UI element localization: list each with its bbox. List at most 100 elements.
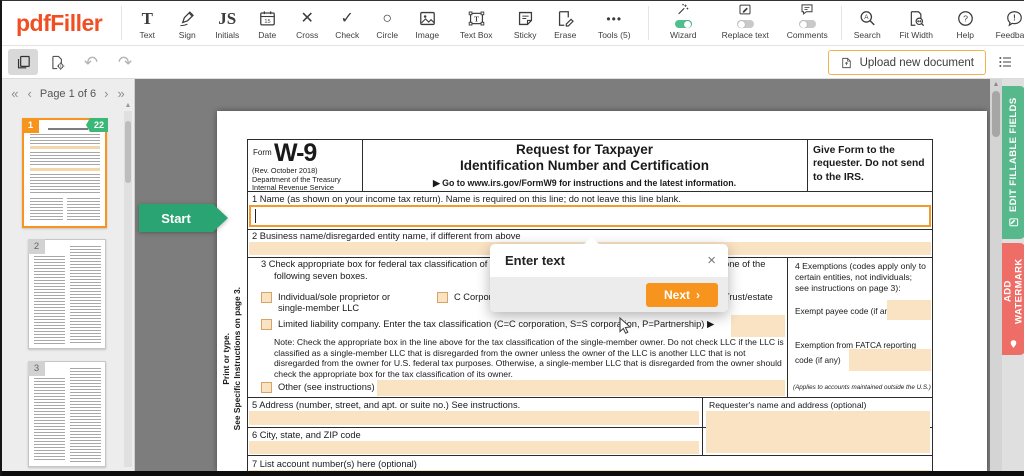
thumb-art — [30, 168, 100, 171]
other-label: Other (see instructions) ▶ — [278, 382, 384, 393]
svg-text:?: ? — [963, 14, 968, 24]
exempt-payee-field[interactable] — [887, 300, 931, 320]
address-field[interactable] — [249, 411, 699, 425]
panel-settings-button[interactable] — [994, 51, 1016, 73]
redo-button[interactable]: ↷ — [110, 49, 140, 75]
feedback-icon: ! — [1005, 8, 1024, 28]
tool-label: Sticky — [514, 30, 537, 40]
tool-label: Image — [415, 30, 439, 40]
feedback-button[interactable]: ! Feedback — [985, 2, 1024, 44]
top-toolbar: pdfFiller T Text Sign JS Initials 15 Dat… — [2, 1, 1024, 46]
thumb-art — [34, 378, 65, 462]
wizard-toggle-button[interactable]: Wizard — [654, 2, 712, 44]
form-number: W-9 — [274, 139, 316, 168]
search-button[interactable]: A Search — [847, 2, 887, 44]
requester-field[interactable] — [706, 411, 930, 453]
fit-width-icon — [907, 8, 926, 28]
last-page-button[interactable]: » — [116, 87, 125, 101]
other-checkbox[interactable] — [261, 382, 272, 393]
exemptions-title: 4 Exemptions (codes apply only to certai… — [795, 261, 927, 295]
document-scrollbar-thumb[interactable] — [992, 91, 1000, 137]
cross-tool-button[interactable]: ✕ Cross — [287, 2, 327, 44]
sidebar-scroll-up-button[interactable]: ▲ — [124, 101, 132, 110]
thumbnail-page-number: 1 — [22, 118, 39, 133]
tool-label: Feedback — [996, 30, 1024, 40]
tooltip-close-button[interactable]: × — [707, 253, 716, 268]
undo-button[interactable]: ↶ — [76, 49, 106, 75]
llc-classification-field[interactable] — [731, 315, 785, 337]
replace-text-toggle-button[interactable]: Replace text — [712, 2, 778, 44]
edit-fillable-fields-tab[interactable]: EDIT FILLABLE FIELDS — [1002, 86, 1024, 239]
c-corporation-checkbox[interactable] — [437, 292, 448, 303]
form-goto-line: ▶ Go to www.irs.gov/FormW9 for instructi… — [362, 178, 807, 189]
line7-label: 7 List account number(s) here (optional) — [252, 459, 417, 469]
sign-tool-button[interactable]: Sign — [167, 2, 207, 44]
replace-text-toggle-switch[interactable] — [737, 20, 754, 28]
tool-label: Search — [854, 30, 881, 40]
image-icon — [418, 8, 437, 28]
sticky-tool-button[interactable]: Sticky — [505, 2, 545, 44]
comments-toggle-switch[interactable] — [799, 20, 816, 28]
page-indicator: Page 1 of 6 — [40, 88, 96, 100]
document-scroll-up-button[interactable]: ▲ — [990, 80, 1002, 89]
tool-label: Date — [258, 30, 276, 40]
svg-text:15: 15 — [264, 19, 270, 25]
date-tool-button[interactable]: 15 Date — [247, 2, 287, 44]
wizard-toggle-switch[interactable] — [675, 20, 692, 28]
individual-checkbox[interactable] — [261, 292, 272, 303]
form-revision: (Rev. October 2018) — [252, 166, 318, 175]
tooltip-next-button[interactable]: Next › — [646, 283, 718, 307]
page-thumbnails-button[interactable] — [8, 49, 38, 75]
help-button[interactable]: ? Help — [945, 2, 985, 44]
fillable-fields-count-badge: 22 — [86, 118, 108, 132]
document-scrollbar-track[interactable] — [990, 79, 1002, 471]
fatca-code-field[interactable] — [849, 349, 931, 371]
help-icon: ? — [956, 8, 975, 28]
next-arrow-icon: › — [696, 288, 700, 302]
image-tool-button[interactable]: Image — [407, 2, 447, 44]
erase-tool-button[interactable]: Erase — [545, 2, 585, 44]
upload-doc-icon — [840, 56, 853, 70]
comments-toggle-button[interactable]: Comments — [778, 2, 836, 44]
thumb-art — [30, 146, 100, 149]
check-tool-button[interactable]: ✓ Check — [327, 2, 367, 44]
thumb-art — [70, 246, 101, 344]
line2-label: 2 Business name/disregarded entity name,… — [252, 231, 521, 241]
upload-new-document-button[interactable]: Upload new document — [828, 50, 986, 75]
replace-text-icon — [737, 2, 753, 17]
give-form-note: Give Form to the requester. Do not send … — [813, 144, 929, 184]
thumbnail-page-1[interactable]: 1 22 — [22, 118, 107, 228]
add-watermark-tab[interactable]: ADD WATERMARK — [1002, 243, 1024, 355]
thumbnail-page-2[interactable]: 2 — [28, 239, 106, 349]
toolbar-divider — [648, 6, 649, 40]
text-tool-button[interactable]: T Text — [127, 2, 167, 44]
svg-text:!: ! — [1013, 14, 1016, 23]
next-page-button[interactable]: › — [103, 87, 109, 101]
sticky-icon — [516, 8, 535, 28]
start-guide-flag[interactable]: Start — [139, 204, 213, 232]
fit-width-button[interactable]: Fit Width — [887, 2, 945, 44]
window-bottom-edge — [2, 471, 1024, 476]
page-settings-button[interactable] — [42, 49, 72, 75]
thumb-art — [30, 134, 100, 144]
initials-tool-button[interactable]: JS Initials — [207, 2, 247, 44]
first-page-button[interactable]: « — [10, 87, 19, 101]
city-state-zip-field[interactable] — [249, 441, 699, 454]
tool-label: Sign — [179, 30, 196, 40]
tool-label: Wizard — [670, 30, 696, 40]
name-input-field[interactable] — [249, 205, 931, 227]
text-caret — [255, 209, 256, 223]
prev-page-button[interactable]: ‹ — [27, 87, 33, 101]
thumbnail-page-3[interactable]: 3 — [28, 361, 106, 467]
line6-label: 6 City, state, and ZIP code — [252, 430, 361, 440]
circle-tool-button[interactable]: ○ Circle — [367, 2, 407, 44]
toolbar-divider — [121, 6, 122, 40]
other-field[interactable] — [377, 380, 785, 396]
tools-more-button[interactable]: ••• Tools (5) — [585, 2, 643, 44]
sidebar-scrollbar-thumb[interactable] — [125, 121, 131, 183]
wizard-icon — [675, 2, 691, 17]
thumb-art — [30, 152, 100, 166]
pdffiller-logo[interactable]: pdfFiller — [16, 10, 102, 37]
textbox-tool-button[interactable]: T Text Box — [447, 2, 505, 44]
llc-checkbox[interactable] — [261, 319, 272, 330]
